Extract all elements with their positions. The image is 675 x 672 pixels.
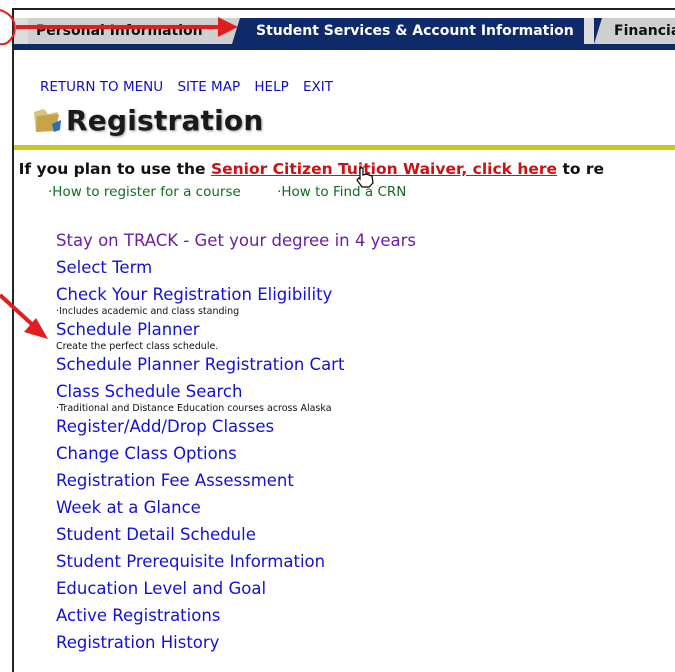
registration-menu: Stay on TRACK - Get your degree in 4 yea…: [56, 230, 416, 654]
browser-frame: Personal Information Student Services & …: [12, 8, 675, 672]
warning-icon: ⚠: [14, 162, 15, 178]
notice: ⚠If you plan to use the Senior Citizen T…: [14, 160, 605, 178]
notice-text: If you plan to use the: [18, 160, 211, 178]
menu-registration-history[interactable]: Registration History: [56, 632, 416, 654]
menu-student-prerequisite[interactable]: Student Prerequisite Information: [56, 551, 416, 573]
menu-schedule-planner-cart[interactable]: Schedule Planner Registration Cart: [56, 354, 416, 376]
tab-student-services[interactable]: Student Services & Account Information: [246, 18, 584, 44]
menu-select-term[interactable]: Select Term: [56, 257, 416, 279]
planner-description: Create the perfect class schedule.: [56, 341, 219, 352]
site-map-link[interactable]: SITE MAP: [177, 79, 240, 95]
exit-link[interactable]: EXIT: [303, 79, 333, 95]
menu-stay-on-track[interactable]: Stay on TRACK - Get your degree in 4 yea…: [56, 230, 416, 252]
top-nav: RETURN TO MENU SITE MAP HELP EXIT: [40, 79, 343, 95]
page-title-text: Registration: [66, 103, 264, 137]
class-search-description: ·Traditional and Distance Education cour…: [56, 403, 332, 414]
page-title: Registration: [32, 102, 264, 138]
tab-slant: [232, 18, 246, 44]
howto-links: ·How to register for a course ·How to Fi…: [48, 184, 438, 200]
menu-register-add-drop[interactable]: Register/Add/Drop Classes: [56, 416, 416, 438]
menu-registration-fee[interactable]: Registration Fee Assessment: [56, 470, 416, 492]
notice-tail: to re: [557, 160, 605, 178]
how-to-find-crn-link[interactable]: ·How to Find a CRN: [277, 184, 406, 200]
senior-waiver-link[interactable]: Senior Citizen Tuition Waiver, click her…: [211, 160, 557, 178]
menu-student-detail-schedule[interactable]: Student Detail Schedule: [56, 524, 416, 546]
tab-personal-information[interactable]: Personal Information: [28, 18, 244, 44]
menu-education-level[interactable]: Education Level and Goal: [56, 578, 416, 600]
divider: [14, 145, 675, 150]
tab-bar: Personal Information Student Services & …: [14, 10, 675, 50]
tab-financial-aid[interactable]: Financial Aid: [606, 18, 675, 44]
return-to-menu-link[interactable]: RETURN TO MENU: [40, 79, 163, 95]
menu-change-class-options[interactable]: Change Class Options: [56, 443, 416, 465]
help-link[interactable]: HELP: [254, 79, 288, 95]
menu-active-registrations[interactable]: Active Registrations: [56, 605, 416, 627]
how-to-register-link[interactable]: ·How to register for a course: [48, 184, 241, 200]
menu-class-schedule-search[interactable]: Class Schedule Search: [56, 381, 416, 403]
folder-icon: [34, 109, 61, 132]
menu-week-at-a-glance[interactable]: Week at a Glance: [56, 497, 416, 519]
eligibility-description: ·Includes academic and class standing: [56, 306, 240, 317]
menu-check-eligibility[interactable]: Check Your Registration Eligibility: [56, 284, 416, 306]
menu-schedule-planner[interactable]: Schedule Planner: [56, 319, 416, 341]
